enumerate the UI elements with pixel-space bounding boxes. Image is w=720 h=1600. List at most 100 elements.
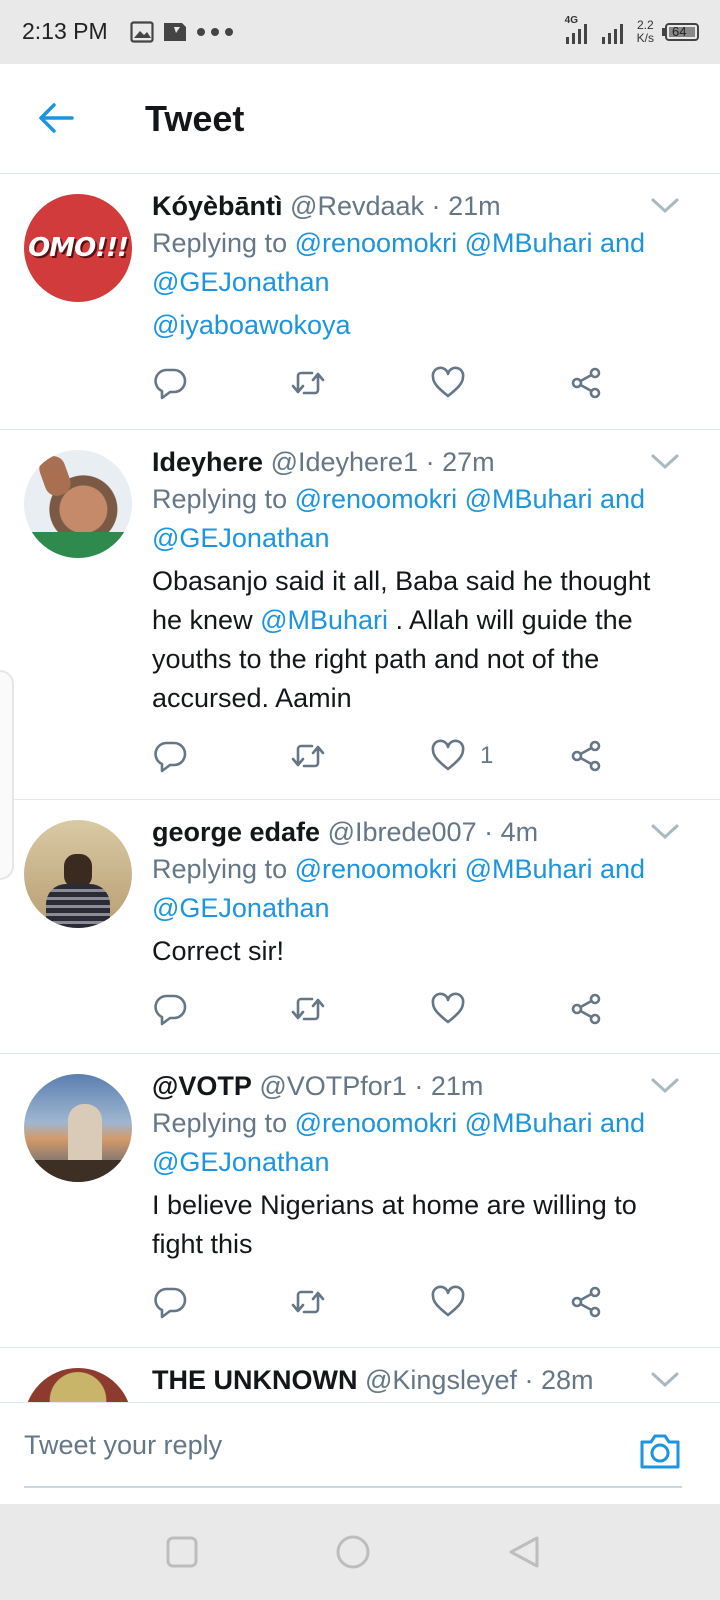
- signal-icon: [601, 24, 623, 44]
- tweet-text: Obasanjo said it all, Baba said he thoug…: [152, 566, 651, 713]
- display-name[interactable]: @VOTP: [152, 1071, 252, 1101]
- like-button[interactable]: 1: [430, 738, 493, 774]
- avatar-logo: OMO!!!: [28, 233, 129, 263]
- battery-level: 64: [672, 24, 687, 39]
- reply-icon: [154, 368, 187, 400]
- reply-icon: [154, 741, 187, 773]
- display-name[interactable]: george edafe: [152, 817, 320, 847]
- user-handle[interactable]: @Revdaak: [290, 191, 424, 221]
- replying-to: Replying to @renoomokri @MBuhari and @GE…: [152, 228, 646, 297]
- like-button[interactable]: [430, 365, 480, 401]
- edge-panel-handle[interactable]: [0, 670, 14, 880]
- user-handle[interactable]: @Ibrede007: [328, 817, 477, 847]
- avatar[interactable]: [24, 1368, 132, 1402]
- tweet[interactable]: Ideyhere @Ideyhere1 · 27m Replying to @r…: [0, 430, 720, 800]
- reply-button[interactable]: [152, 991, 188, 1027]
- home-icon[interactable]: [335, 1534, 371, 1570]
- status-bar: 2:13 PM 4G 2.2 K/s 64: [0, 0, 720, 64]
- reply-icon: [154, 1287, 187, 1319]
- chevron-down-icon[interactable]: [650, 196, 680, 216]
- user-handle[interactable]: @Kingsleyef: [365, 1365, 517, 1395]
- tweet-header: Ideyhere @Ideyhere1 · 27m: [152, 447, 495, 477]
- tweet[interactable]: @VOTP @VOTPfor1 · 21m Replying to @renoo…: [0, 1054, 720, 1348]
- heart-icon: [431, 992, 465, 1024]
- display-name[interactable]: THE UNKNOWN: [152, 1365, 357, 1395]
- avatar[interactable]: [24, 820, 132, 928]
- reply-feed: OMO!!! Kóyèbāntì @Revdaak · 21m Replying…: [0, 174, 720, 1402]
- tweet-actions: [152, 971, 680, 1055]
- recent-apps-icon[interactable]: [164, 1534, 200, 1570]
- mention-link[interactable]: @MBuhari: [260, 605, 388, 635]
- share-icon: [571, 993, 601, 1025]
- share-icon: [571, 367, 601, 399]
- tweet-header: Kóyèbāntì @Revdaak · 21m: [152, 191, 501, 221]
- battery-icon: 64: [662, 22, 700, 42]
- share-button[interactable]: [568, 365, 604, 401]
- retweet-icon: [291, 997, 325, 1021]
- reply-button[interactable]: [152, 365, 188, 401]
- reply-composer: [0, 1402, 720, 1500]
- status-time: 2:13 PM: [22, 18, 108, 44]
- tweet-text: Correct sir!: [152, 936, 285, 966]
- share-button[interactable]: [568, 991, 604, 1027]
- tweet-time: 21m: [448, 191, 501, 221]
- replying-to: Replying to @renoomokri @MBuhari and @GE…: [152, 1108, 646, 1177]
- arrow-left-icon: [39, 103, 74, 133]
- tweet-actions: [152, 1264, 680, 1348]
- signal-4g-icon: 4G: [565, 15, 593, 45]
- avatar[interactable]: [24, 450, 132, 558]
- like-button[interactable]: [430, 991, 480, 1027]
- tweet-text: I believe Nigerians at home are willing …: [152, 1190, 637, 1259]
- replying-to: Replying to @renoomokri @MBuhari and @GE…: [152, 484, 646, 553]
- user-handle[interactable]: @VOTPfor1: [259, 1071, 406, 1101]
- avatar[interactable]: [24, 1074, 132, 1182]
- replying-to: Replying to @renoomokri @MBuhari and @GE…: [152, 854, 646, 923]
- like-count: 1: [480, 742, 494, 769]
- tweet-time: 27m: [442, 447, 495, 477]
- tweet-actions: 1: [152, 718, 680, 802]
- share-button[interactable]: [568, 1284, 604, 1320]
- tweet-actions: [152, 345, 680, 429]
- back-nav-icon[interactable]: [506, 1534, 542, 1570]
- chevron-down-icon[interactable]: [650, 1076, 680, 1096]
- chevron-down-icon[interactable]: [650, 1370, 680, 1390]
- tweet[interactable]: THE UNKNOWN @Kingsleyef · 28m: [0, 1348, 720, 1402]
- reply-button[interactable]: [152, 1284, 188, 1320]
- user-handle[interactable]: @Ideyhere1: [271, 447, 419, 477]
- like-button[interactable]: [430, 1284, 480, 1320]
- retweet-button[interactable]: [290, 365, 326, 401]
- net-speed: 2.2 K/s: [636, 18, 654, 45]
- sim-card-icon: [164, 23, 186, 41]
- heart-icon: [431, 739, 465, 771]
- chevron-down-icon[interactable]: [650, 452, 680, 472]
- display-name[interactable]: Ideyhere: [152, 447, 263, 477]
- heart-icon: [431, 366, 465, 398]
- reply-icon: [154, 994, 187, 1026]
- tweet[interactable]: OMO!!! Kóyèbāntì @Revdaak · 21m Replying…: [0, 174, 720, 430]
- mention-link[interactable]: @iyaboawokoya: [152, 310, 351, 340]
- chevron-down-icon[interactable]: [650, 822, 680, 842]
- camera-icon[interactable]: [638, 1431, 682, 1471]
- share-button[interactable]: [568, 738, 604, 774]
- tweet[interactable]: george edafe @Ibrede007 · 4m Replying to…: [0, 800, 720, 1054]
- share-icon: [571, 1286, 601, 1318]
- back-button[interactable]: [30, 92, 82, 144]
- retweet-button[interactable]: [290, 1284, 326, 1320]
- reply-input[interactable]: [24, 1421, 596, 1469]
- retweet-icon: [291, 744, 325, 768]
- heart-icon: [431, 1285, 465, 1317]
- avatar[interactable]: OMO!!!: [24, 194, 132, 302]
- app-header: Tweet: [0, 64, 720, 174]
- display-name[interactable]: Kóyèbāntì: [152, 191, 283, 221]
- tweet-time: 4m: [500, 817, 539, 847]
- retweet-button[interactable]: [290, 991, 326, 1027]
- more-notifications-icon: [197, 28, 233, 36]
- tweet-time: 28m: [541, 1365, 594, 1395]
- retweet-icon: [291, 371, 325, 395]
- tweet-header: george edafe @Ibrede007 · 4m: [152, 817, 539, 847]
- tweet-text: @iyaboawokoya: [152, 306, 680, 345]
- system-nav-bar: [0, 1504, 720, 1600]
- share-icon: [571, 740, 601, 772]
- retweet-button[interactable]: [290, 738, 326, 774]
- reply-button[interactable]: [152, 738, 188, 774]
